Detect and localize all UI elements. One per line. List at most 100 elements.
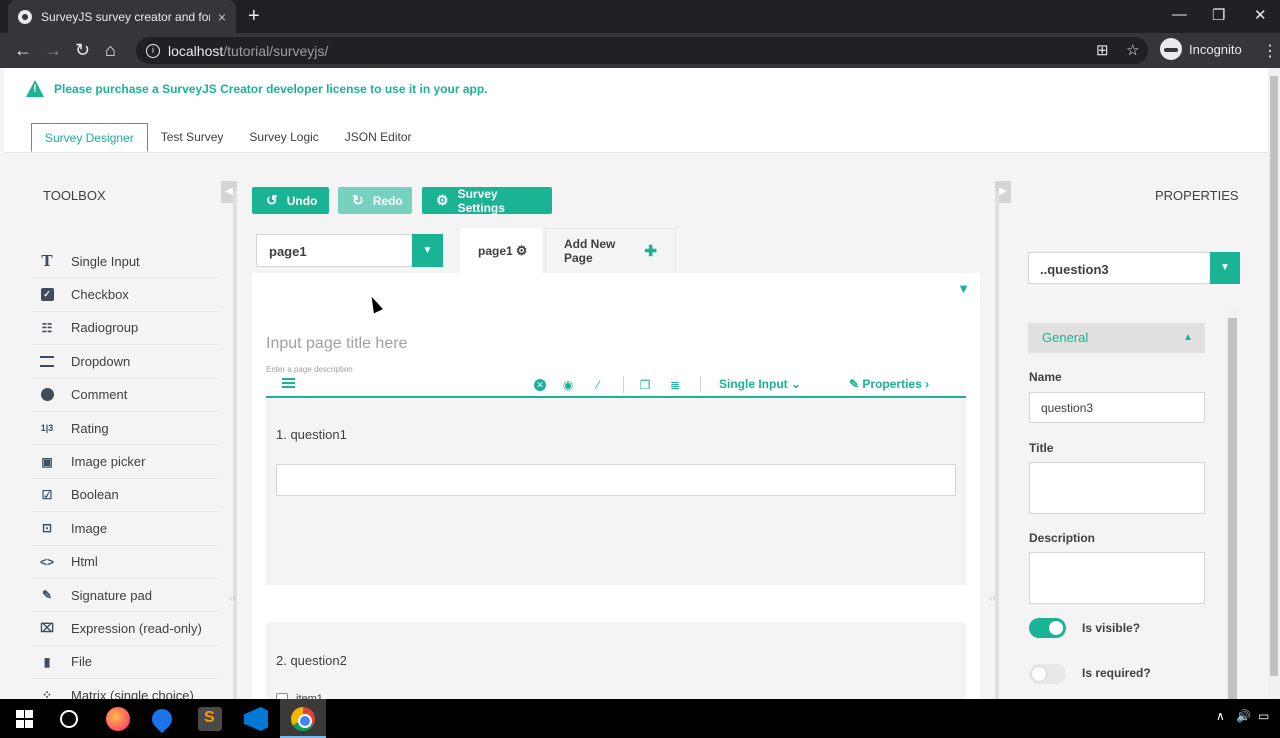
collapse-page-icon[interactable]: ▼	[957, 281, 970, 296]
browser-tab[interactable]: SurveyJS survey creator and form ×	[8, 0, 236, 33]
toolbox-item-dropdown[interactable]: Dropdown	[32, 345, 218, 379]
bookmark-star-icon[interactable]: ☆	[1126, 41, 1139, 59]
page-description-input[interactable]: Enter a page description	[266, 365, 353, 374]
toolbox-item-checkbox[interactable]: ✓ Checkbox	[32, 278, 218, 312]
chrome-icon[interactable]	[291, 707, 315, 731]
description-label: Description	[1029, 531, 1096, 545]
add-new-page-button[interactable]: Add New Page ✚	[545, 228, 676, 273]
tab-survey-logic[interactable]: Survey Logic	[236, 123, 331, 152]
left-resize-grip-icon[interactable]: ‹›	[229, 593, 236, 604]
question-type-dropdown[interactable]: Single Input ⌄	[719, 377, 801, 391]
is-visible-toggle[interactable]	[1029, 618, 1066, 638]
url-input[interactable]: i localhost/tutorial/surveyjs/	[136, 37, 1148, 64]
page-scrollbar[interactable]	[1268, 68, 1280, 699]
eye-icon[interactable]: ◉	[561, 378, 575, 392]
toolbox-item-label: Image	[71, 520, 108, 536]
chevron-down-icon[interactable]: ▼	[1210, 252, 1240, 284]
question-card[interactable]: 1. question1	[266, 399, 966, 585]
question-title[interactable]: 1. question1	[276, 427, 347, 442]
back-icon[interactable]: ←	[14, 41, 32, 59]
toolbox-item-comment[interactable]: Comment	[32, 379, 218, 412]
toolbox-item-single-input[interactable]: T Single Input	[32, 245, 218, 279]
object-select[interactable]: ..question3 ▼	[1028, 252, 1240, 284]
tab-survey-designer[interactable]: Survey Designer	[31, 123, 148, 152]
properties-title: PROPERTIES	[1155, 188, 1239, 203]
toolbox-item-boolean[interactable]: ☑ Boolean	[32, 479, 218, 513]
redo-button[interactable]: ↻ Redo	[338, 187, 412, 214]
toolbox-item-matrix-single[interactable]: ⁘ Matrix (single choice)	[32, 679, 218, 699]
toolbox-splitter-bar[interactable]	[233, 191, 237, 699]
category-general-header[interactable]: General ▲	[1028, 323, 1205, 353]
translate-icon[interactable]: ⊞	[1096, 41, 1109, 59]
toolbox-item-file[interactable]: ▮ File	[32, 646, 218, 680]
reload-icon[interactable]: ↻	[75, 41, 90, 59]
maps-icon[interactable]	[147, 704, 177, 734]
comment-icon	[39, 387, 55, 403]
drag-handle-icon[interactable]	[282, 378, 295, 388]
tray-chevron-up-icon[interactable]: ∧	[1216, 709, 1225, 723]
toolbox-item-radiogroup[interactable]: ☷ Radiogroup	[32, 312, 218, 346]
browser-menu-icon[interactable]: ⋮	[1262, 41, 1278, 61]
description-textarea[interactable]	[1029, 552, 1205, 604]
windows-start-icon[interactable]	[16, 710, 34, 728]
right-resize-grip-icon[interactable]: ‹›	[989, 593, 996, 604]
home-icon[interactable]: ⌂	[105, 41, 116, 59]
undo-button[interactable]: ↺ Undo	[252, 187, 329, 214]
site-info-icon[interactable]: i	[146, 43, 160, 58]
add-to-toolbox-icon[interactable]: ≣	[668, 378, 682, 392]
is-required-toggle[interactable]	[1029, 664, 1066, 684]
sublime-text-icon[interactable]	[198, 707, 222, 731]
delete-question-icon[interactable]: ✕	[534, 379, 546, 391]
question-text-input[interactable]	[276, 464, 956, 496]
incognito-profile[interactable]: Incognito	[1160, 38, 1242, 60]
properties-splitter-bar[interactable]	[995, 191, 999, 699]
tab-test-survey[interactable]: Test Survey	[148, 123, 237, 152]
question-card[interactable]: 2. question2 item1 item2 item3	[266, 622, 966, 699]
minimize-icon[interactable]: —	[1172, 6, 1187, 23]
title-textarea[interactable]	[1029, 462, 1205, 514]
search-icon[interactable]	[60, 710, 78, 728]
properties-scrollbar[interactable]	[1227, 308, 1238, 699]
chevron-down-icon[interactable]: ▼	[412, 234, 443, 267]
close-tab-icon[interactable]: ×	[218, 9, 226, 25]
name-input[interactable]: question3	[1029, 392, 1205, 423]
page-settings-gear-icon[interactable]: ⚙	[516, 243, 528, 259]
undo-label: Undo	[286, 193, 318, 208]
object-select-value: ..question3	[1040, 262, 1109, 277]
toolbox-splitter[interactable]: ◀	[221, 181, 237, 699]
question-title[interactable]: 2. question2	[276, 653, 347, 668]
properties-splitter[interactable]: ▶	[995, 181, 1011, 699]
is-required-label: Is required?	[1082, 666, 1151, 680]
tab-json-editor[interactable]: JSON Editor	[332, 123, 425, 152]
notifications-icon[interactable]: ▭	[1258, 709, 1269, 723]
maximize-icon[interactable]: ❐	[1212, 6, 1225, 24]
vscode-icon[interactable]	[244, 707, 268, 731]
page-title-input[interactable]: Input page title here	[266, 335, 407, 353]
html-icon: <>	[39, 554, 54, 569]
volume-icon[interactable]: 🔊	[1236, 709, 1251, 723]
toolbox-item-image[interactable]: ⊡ Image	[32, 512, 218, 546]
toolbox-item-image-picker[interactable]: ▣ Image picker	[32, 445, 218, 479]
question-properties-button[interactable]: ✎ Properties ›	[849, 377, 929, 391]
warning-icon	[26, 80, 44, 97]
copy-icon[interactable]: ❐	[638, 378, 652, 392]
page-scrollbar-thumb[interactable]	[1270, 76, 1278, 676]
properties-scrollbar-thumb[interactable]	[1228, 318, 1237, 699]
toolbox-item-label: Checkbox	[71, 287, 129, 303]
rating-icon: 1|3	[40, 423, 54, 434]
toolbox-item-html[interactable]: <> Html	[32, 546, 218, 579]
firefox-icon[interactable]	[106, 707, 130, 731]
toolbox-item-label: Image picker	[71, 454, 146, 470]
page-select[interactable]: page1 ▼	[256, 234, 443, 267]
toolbox-item-expression[interactable]: ⌧ Expression (read-only)	[32, 612, 218, 646]
question-toolbar: ✕ ◉ ⁄ ❐ ≣ Single Input ⌄ ✎ Properties ›	[266, 374, 966, 398]
toolbox-item-signature-pad[interactable]: ✎ Signature pad	[32, 579, 218, 613]
forward-icon[interactable]: →	[44, 41, 62, 59]
page-tab-page1[interactable]: page1 ⚙	[460, 228, 542, 273]
survey-settings-label: Survey Settings	[457, 186, 505, 215]
toolbox-item-rating[interactable]: 1|3 Rating	[32, 412, 218, 446]
window-close-icon[interactable]: ✕	[1254, 6, 1267, 24]
required-toggle-icon[interactable]: ⁄	[591, 378, 605, 392]
survey-settings-button[interactable]: ⚙ Survey Settings	[422, 186, 552, 215]
new-tab-button[interactable]: +	[248, 6, 260, 26]
